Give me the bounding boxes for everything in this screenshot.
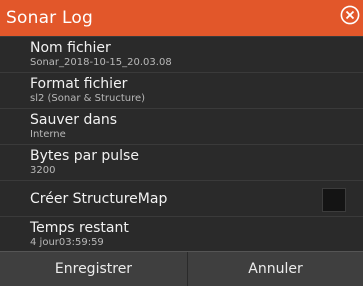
time-remaining-value: 4 jour03:59:59 — [30, 237, 104, 248]
bytes-per-ping-value: 3200 — [30, 165, 56, 176]
bytes-per-ping-label: Bytes par pulse — [30, 148, 139, 164]
save-location-value: Interne — [30, 129, 66, 140]
row-file-name[interactable]: Nom fichier Sonar_2018-10-15_20.03.08 — [0, 36, 363, 72]
dialog-title: Sonar Log — [6, 8, 93, 28]
row-save-location[interactable]: Sauver dans Interne — [0, 108, 363, 144]
create-structuremap-checkbox[interactable] — [322, 188, 346, 212]
file-name-label: Nom fichier — [30, 40, 111, 56]
title-bar: Sonar Log — [0, 0, 363, 36]
file-format-label: Format fichier — [30, 76, 128, 92]
sonar-log-dialog: Sonar Log Nom fichier Sonar_2018-10-15_2… — [0, 0, 363, 286]
file-format-value: sl2 (Sonar & Structure) — [30, 93, 146, 104]
row-bytes-per-ping[interactable]: Bytes par pulse 3200 — [0, 144, 363, 180]
file-name-value: Sonar_2018-10-15_20.03.08 — [30, 57, 172, 68]
settings-list: Nom fichier Sonar_2018-10-15_20.03.08 Fo… — [0, 36, 363, 252]
dialog-footer: Enregistrer Annuler — [0, 251, 363, 286]
row-file-format[interactable]: Format fichier sl2 (Sonar & Structure) — [0, 72, 363, 108]
row-create-structuremap[interactable]: Créer StructureMap — [0, 180, 363, 216]
row-time-remaining: Temps restant 4 jour03:59:59 — [0, 216, 363, 252]
time-remaining-label: Temps restant — [30, 220, 129, 236]
cancel-button[interactable]: Annuler — [188, 252, 363, 286]
save-location-label: Sauver dans — [30, 112, 118, 128]
close-icon[interactable] — [340, 5, 360, 25]
create-structuremap-label: Créer StructureMap — [30, 191, 168, 207]
save-button[interactable]: Enregistrer — [0, 252, 187, 286]
